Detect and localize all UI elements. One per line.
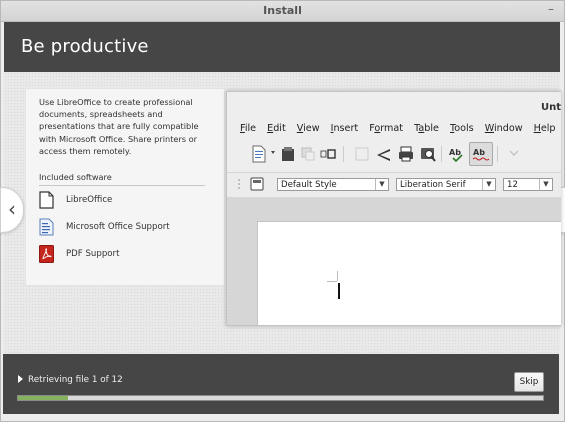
margin-marker [337,271,338,281]
text-cursor [338,283,340,299]
font-name-combo: Liberation Serif ▼ [396,178,496,191]
menu-bar: File Edit View Insert Format Table Tools… [240,123,561,134]
dropdown-arrow-icon: ▼ [539,179,552,190]
print-icon [399,146,413,162]
edit-pencil-icon [377,149,390,161]
templates-icon [282,147,294,161]
dropdown-arrow-icon: ▼ [482,179,495,190]
menu-tools: Tools [450,123,474,134]
chevron-left-icon: ‹ [8,197,16,221]
svg-text:Ab: Ab [449,148,461,157]
software-label: Microsoft Office Support [66,222,170,232]
dropdown-arrow-icon: ▼ [375,179,388,190]
font-size-combo: 12 ▼ [503,178,553,191]
window-title: Install [263,4,302,17]
open-icon [301,147,315,161]
software-label: LibreOffice [66,195,113,205]
menu-insert: Insert [330,123,359,134]
progress-bar [17,395,544,401]
document-title: Unt [540,102,561,113]
menu-help: Help [533,123,556,134]
minimize-button[interactable]: – [548,2,554,16]
feature-description: Use LibreOffice to create professional d… [39,97,199,156]
footer-bar: Retrieving file 1 of 12 Skip [3,354,559,414]
skip-button[interactable]: Skip [514,372,544,392]
paragraph-style-combo: Default Style ▼ [277,178,389,191]
header-bar: Be productive [4,22,560,72]
included-software-label: Included software [39,172,205,186]
formatting-marks-icon [509,150,519,156]
title-bar: Install – [1,1,564,22]
document-area [227,198,561,325]
expand-triangle-icon[interactable] [18,375,23,383]
standard-toolbar: Ab Ab [235,142,561,166]
menu-view: View [296,123,320,134]
export-icon [355,147,369,161]
status-label: Retrieving file 1 of 12 [28,375,123,385]
document-page [257,221,561,325]
margin-marker [327,281,337,282]
menu-edit: Edit [267,123,286,134]
autospellcheck-toggle: Ab [469,142,493,166]
autospellcheck-icon: Ab [472,148,490,161]
spelling-icon: Ab [449,148,463,163]
status-text: Retrieving file 1 of 12 [18,375,123,385]
svg-text:Ab: Ab [473,148,485,157]
menu-file: File [240,123,257,134]
office-doc-icon [39,218,54,236]
page-heading: Be productive [21,36,149,57]
info-panel: Use LibreOffice to create professional d… [25,88,225,286]
print-preview-icon [421,148,436,162]
pdf-icon [39,245,54,263]
menu-window: Window [484,123,523,134]
document-icon [39,191,54,209]
libreoffice-screenshot: Unt File Edit View Insert Format Table T… [226,91,561,326]
save-icon [320,149,336,159]
dropdown-arrow-icon [271,151,275,154]
formatting-toolbar: Default Style ▼ Liberation Serif ▼ 12 ▼ [227,172,561,198]
menu-table: Table [414,123,439,134]
software-label: PDF Support [66,249,120,259]
menu-format: Format [369,123,404,134]
styles-icon [250,177,264,191]
new-document-icon [252,145,266,163]
progress-fill [18,396,68,400]
